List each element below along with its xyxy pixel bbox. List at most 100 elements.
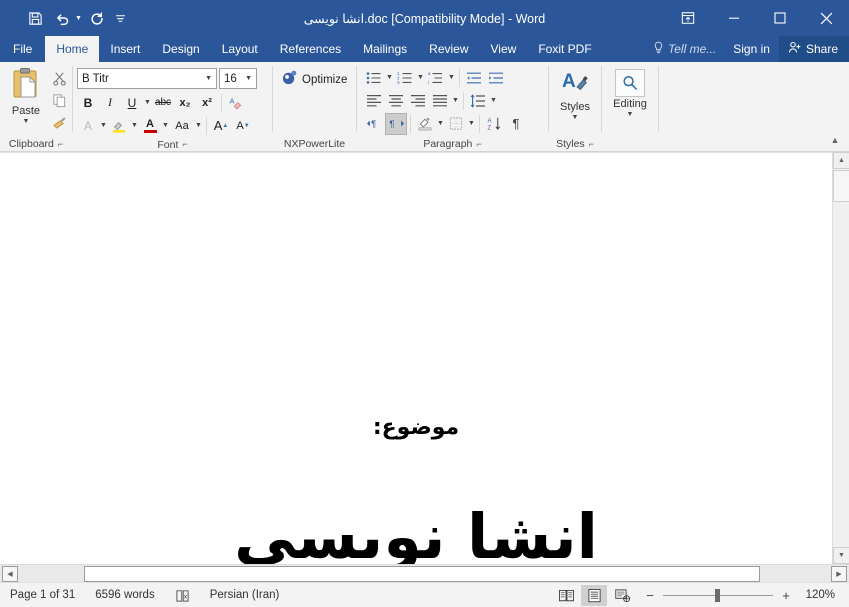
document-page[interactable]: موضوع: انشا نویسی	[0, 152, 832, 564]
borders-caret[interactable]: ▼	[467, 120, 476, 127]
restore-icon[interactable]	[757, 0, 803, 36]
vertical-scroll-thumb[interactable]	[833, 170, 849, 202]
decrease-indent-icon[interactable]	[463, 67, 485, 89]
tab-mailings[interactable]: Mailings	[352, 36, 418, 62]
undo-dropdown-caret[interactable]: ▼	[75, 15, 82, 22]
sign-in-button[interactable]: Sign in	[724, 36, 779, 62]
subscript-button[interactable]: x₂	[174, 92, 196, 114]
language-indicator[interactable]: Persian (Iran)	[200, 585, 290, 606]
read-mode-icon[interactable]	[553, 585, 579, 606]
bullets-icon[interactable]	[363, 67, 385, 89]
align-right-icon[interactable]	[407, 90, 429, 112]
change-case-caret[interactable]: ▼	[194, 122, 203, 129]
customize-quick-access-icon[interactable]	[112, 5, 130, 31]
align-center-icon[interactable]	[385, 90, 407, 112]
font-color-button[interactable]: A	[139, 115, 161, 137]
tell-me-search[interactable]: Tell me...	[643, 36, 724, 62]
page-indicator[interactable]: Page 1 of 31	[0, 585, 85, 606]
save-icon[interactable]	[22, 5, 48, 31]
format-painter-icon[interactable]	[48, 111, 70, 133]
clipboard-dialog-launcher[interactable]: ⌐	[58, 139, 63, 149]
horizontal-scrollbar[interactable]: ◀ ▶	[0, 564, 849, 582]
align-left-icon[interactable]	[363, 90, 385, 112]
font-size-caret[interactable]: ▼	[245, 75, 256, 82]
tab-insert[interactable]: Insert	[99, 36, 151, 62]
close-icon[interactable]	[803, 0, 849, 36]
underline-button[interactable]: U	[121, 92, 143, 114]
bullets-caret[interactable]: ▼	[385, 74, 394, 81]
copy-icon[interactable]	[48, 89, 70, 111]
italic-button[interactable]: I	[99, 92, 121, 114]
web-layout-icon[interactable]	[609, 585, 635, 606]
minimize-icon[interactable]	[711, 0, 757, 36]
shading-caret[interactable]: ▼	[436, 120, 445, 127]
cut-icon[interactable]	[48, 67, 70, 89]
strikethrough-button[interactable]: abc	[152, 92, 174, 114]
redo-icon[interactable]	[84, 5, 110, 31]
font-name-combobox[interactable]: B Titr ▼	[77, 68, 217, 89]
tab-references[interactable]: References	[269, 36, 352, 62]
highlight-icon[interactable]	[108, 115, 130, 137]
increase-indent-icon[interactable]	[485, 67, 507, 89]
scroll-up-icon[interactable]: ▲	[833, 152, 849, 169]
rtl-text-direction-icon[interactable]: ¶	[385, 112, 407, 135]
multilevel-list-icon[interactable]: ai	[425, 67, 447, 89]
change-case-button[interactable]: Aa	[170, 115, 194, 137]
zoom-slider-track[interactable]	[663, 587, 773, 603]
collapse-ribbon-icon[interactable]: ▲	[825, 131, 845, 149]
line-spacing-icon[interactable]	[467, 90, 489, 112]
editing-button[interactable]: Editing ▼	[608, 66, 652, 118]
vertical-scrollbar[interactable]: ▲ ▼	[832, 152, 849, 564]
shrink-font-button[interactable]: A ▼	[232, 115, 254, 137]
styles-dialog-launcher[interactable]: ⌐	[589, 139, 594, 149]
tab-layout[interactable]: Layout	[211, 36, 269, 62]
tab-design[interactable]: Design	[151, 36, 210, 62]
clear-formatting-icon[interactable]: A	[225, 92, 247, 114]
superscript-button[interactable]: x²	[196, 92, 218, 114]
highlight-caret[interactable]: ▼	[130, 122, 139, 129]
shading-icon[interactable]	[414, 113, 436, 135]
font-color-caret[interactable]: ▼	[161, 122, 170, 129]
horizontal-scroll-thumb[interactable]	[84, 566, 760, 582]
proofing-errors-icon[interactable]: x	[165, 585, 200, 606]
word-count[interactable]: 6596 words	[85, 585, 164, 606]
sort-icon[interactable]: AZ	[483, 113, 505, 135]
borders-icon[interactable]	[445, 113, 467, 135]
show-formatting-marks-icon[interactable]: ¶	[505, 113, 527, 135]
font-name-caret[interactable]: ▼	[205, 75, 216, 82]
justify-icon[interactable]	[429, 90, 451, 112]
multilevel-list-caret[interactable]: ▼	[447, 74, 456, 81]
print-layout-icon[interactable]	[581, 584, 607, 606]
text-effects-caret[interactable]: ▼	[99, 122, 108, 129]
editing-dropdown-caret[interactable]: ▼	[627, 111, 634, 118]
styles-dropdown-caret[interactable]: ▼	[572, 114, 579, 121]
justify-caret[interactable]: ▼	[451, 97, 460, 104]
ribbon-display-options-icon[interactable]	[665, 0, 711, 36]
undo-icon[interactable]	[50, 5, 76, 31]
share-button[interactable]: Share	[778, 36, 849, 62]
underline-caret[interactable]: ▼	[143, 99, 152, 106]
ltr-text-direction-icon[interactable]: ¶	[363, 113, 385, 135]
zoom-slider-thumb[interactable]	[715, 588, 720, 602]
paste-button[interactable]: Paste ▼	[4, 65, 48, 125]
tab-foxit-pdf[interactable]: Foxit PDF	[527, 36, 602, 62]
styles-button[interactable]: A Styles ▼	[553, 66, 597, 121]
paragraph-dialog-launcher[interactable]: ⌐	[476, 139, 481, 149]
scroll-down-icon[interactable]: ▼	[833, 547, 849, 564]
text-effects-button[interactable]: A	[77, 115, 99, 137]
line-spacing-caret[interactable]: ▼	[489, 97, 498, 104]
scroll-right-icon[interactable]: ▶	[831, 566, 847, 582]
zoom-out-button[interactable]: −	[643, 587, 657, 603]
scroll-left-icon[interactable]: ◀	[2, 566, 18, 582]
zoom-in-button[interactable]: +	[779, 587, 793, 603]
tab-view[interactable]: View	[480, 36, 528, 62]
tab-home[interactable]: Home	[45, 36, 100, 62]
paste-dropdown-caret[interactable]: ▼	[23, 118, 30, 125]
tab-file[interactable]: File	[0, 36, 45, 62]
numbering-caret[interactable]: ▼	[416, 74, 425, 81]
font-dialog-launcher[interactable]: ⌐	[182, 140, 187, 149]
bold-button[interactable]: B	[77, 92, 99, 114]
tab-review[interactable]: Review	[418, 36, 479, 62]
grow-font-button[interactable]: A ▲	[210, 115, 232, 137]
font-size-combobox[interactable]: 16 ▼	[219, 68, 257, 89]
